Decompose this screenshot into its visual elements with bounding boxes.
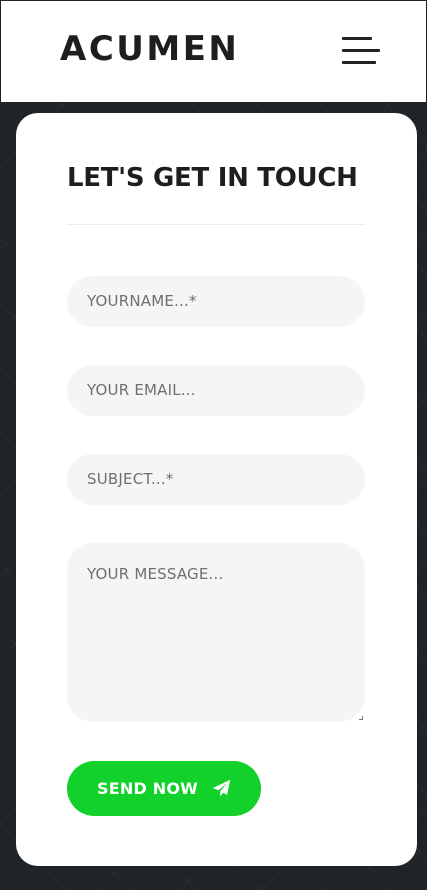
message-placeholder: YOUR MESSAGE... xyxy=(87,565,224,583)
menu-line xyxy=(342,49,380,52)
send-button-label: SEND NOW xyxy=(97,779,198,798)
resize-handle[interactable] xyxy=(359,716,363,720)
contact-card: LET'S GET IN TOUCH YOURNAME...* YOUR EMA… xyxy=(16,113,417,866)
page-title: LET'S GET IN TOUCH xyxy=(67,163,358,193)
title-divider xyxy=(67,224,365,225)
menu-line xyxy=(342,37,372,40)
paper-plane-icon xyxy=(212,779,231,797)
subject-field[interactable]: SUBJECT...* xyxy=(67,454,365,505)
menu-line xyxy=(342,61,376,64)
site-header: ACUMEN xyxy=(0,0,427,103)
hamburger-menu-icon[interactable] xyxy=(337,34,383,72)
send-button[interactable]: SEND NOW xyxy=(67,761,261,816)
email-field[interactable]: YOUR EMAIL... xyxy=(67,365,365,416)
name-field[interactable]: YOURNAME...* xyxy=(67,276,365,327)
message-field[interactable]: YOUR MESSAGE... xyxy=(67,543,365,722)
logo[interactable]: ACUMEN xyxy=(60,29,239,69)
